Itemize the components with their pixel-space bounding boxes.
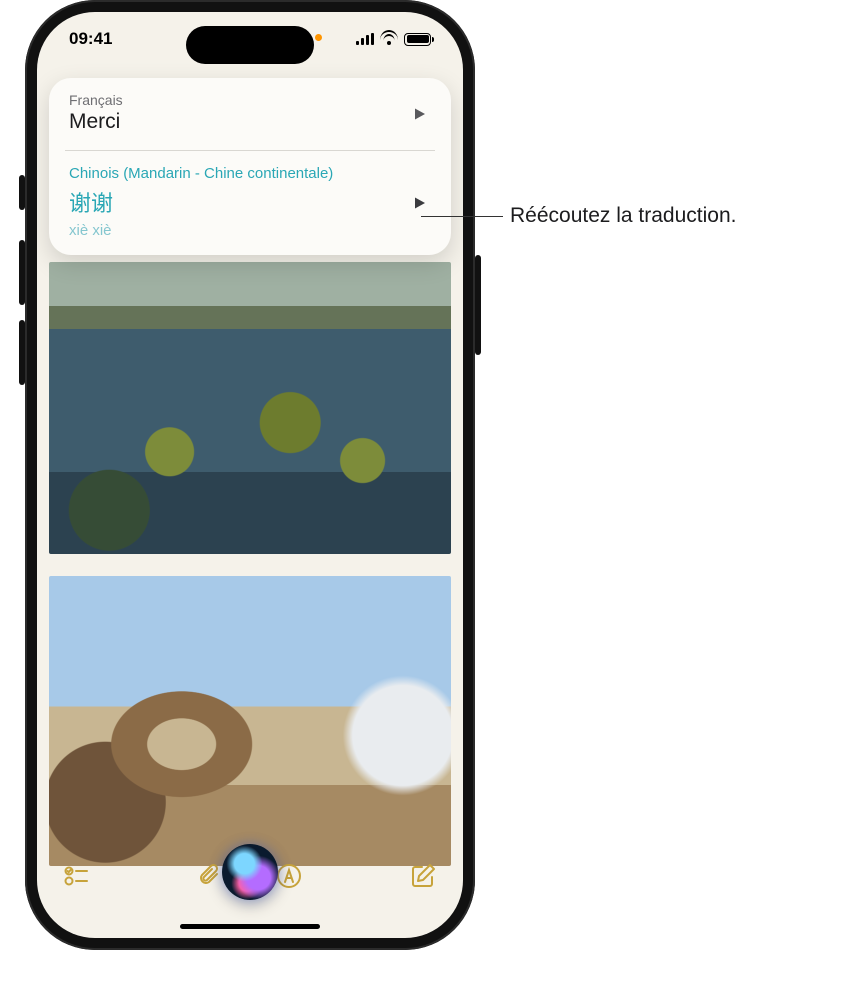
source-text: Merci bbox=[69, 110, 431, 134]
screen: 09:41 Français Merci bbox=[37, 12, 463, 938]
siri-translation-card: Français Merci Chinois (Mandarin - Chine… bbox=[49, 78, 451, 255]
home-indicator[interactable] bbox=[180, 924, 320, 929]
callout-label: Réécoutez la traduction. bbox=[510, 204, 736, 228]
checklist-icon[interactable] bbox=[63, 862, 91, 890]
note-photo-1[interactable] bbox=[49, 262, 451, 554]
translation-target-row[interactable]: Chinois (Mandarin - Chine continentale) … bbox=[49, 151, 451, 255]
source-language-label: Français bbox=[69, 92, 431, 108]
dynamic-island[interactable] bbox=[186, 26, 314, 64]
note-photo-2[interactable] bbox=[49, 576, 451, 866]
mic-indicator-dot bbox=[315, 34, 322, 41]
target-language-label: Chinois (Mandarin - Chine continentale) bbox=[69, 165, 431, 182]
target-text: 谢谢 bbox=[69, 186, 431, 218]
markup-icon[interactable] bbox=[275, 862, 303, 890]
status-time: 09:41 bbox=[69, 29, 112, 49]
callout-leader-line bbox=[421, 216, 503, 217]
side-button[interactable] bbox=[475, 255, 481, 355]
siri-orb[interactable] bbox=[222, 844, 278, 900]
play-source-button[interactable] bbox=[407, 101, 433, 127]
attachment-icon[interactable] bbox=[197, 862, 225, 890]
play-translation-button[interactable] bbox=[407, 190, 433, 216]
cellular-icon bbox=[356, 33, 374, 45]
iphone-frame: 09:41 Français Merci bbox=[25, 0, 475, 950]
translation-source-row[interactable]: Français Merci bbox=[49, 78, 451, 150]
compose-icon[interactable] bbox=[409, 862, 437, 890]
battery-icon bbox=[404, 33, 431, 46]
play-icon bbox=[413, 196, 427, 210]
wifi-icon bbox=[380, 33, 398, 46]
target-romanization: xiè xiè bbox=[69, 222, 431, 239]
play-icon bbox=[413, 107, 427, 121]
